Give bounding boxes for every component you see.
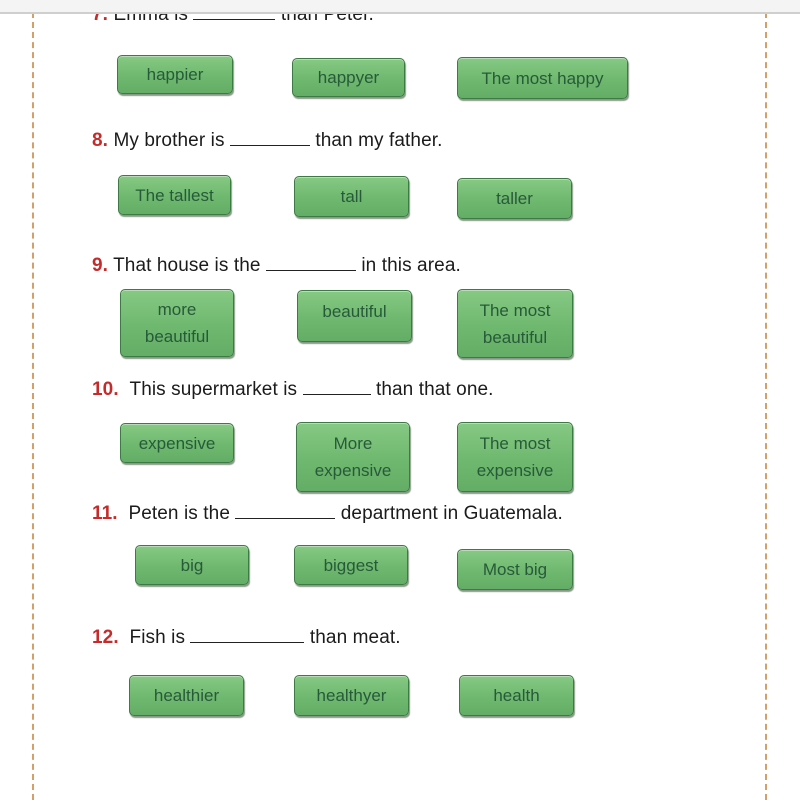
answer-blank (193, 18, 276, 20)
answer-blank (235, 517, 336, 519)
question-text-after: department in Guatemala. (340, 503, 563, 524)
question-8: 8. My brother is than my father. (92, 130, 443, 152)
option-button[interactable]: tall (294, 176, 409, 217)
question-number: 11. (92, 503, 118, 524)
option-button[interactable]: The most happy (457, 57, 628, 99)
question-9: 9. That house is the in this area. (92, 255, 461, 277)
option-button[interactable]: happyer (292, 58, 405, 97)
question-text-before: That house is the (113, 255, 261, 276)
question-text-before: Fish is (129, 627, 186, 648)
answer-blank (302, 393, 371, 395)
question-text-after: than that one. (375, 379, 494, 400)
option-button[interactable]: healthier (129, 675, 244, 716)
question-text-before: Peten is the (128, 503, 230, 524)
question-text-before: My brother is (113, 130, 225, 151)
option-button[interactable]: Most big (457, 549, 573, 590)
answer-blank (265, 269, 356, 271)
option-button[interactable]: The tallest (118, 175, 231, 215)
option-button[interactable]: expensive (120, 423, 234, 463)
question-number: 9. (92, 255, 109, 276)
question-number: 12. (92, 627, 119, 648)
left-dashed-border (32, 12, 34, 800)
question-number: 8. (92, 130, 109, 151)
option-button[interactable]: health (459, 675, 574, 716)
option-button[interactable]: The most beautiful (457, 289, 573, 358)
question-text-after: in this area. (361, 255, 461, 276)
question-11: 11. Peten is the department in Guatemala… (92, 503, 563, 525)
option-button[interactable]: healthyer (294, 675, 409, 716)
option-button[interactable]: beautiful (297, 290, 412, 342)
option-button[interactable]: The most expensive (457, 422, 573, 492)
question-12: 12. Fish is than meat. (92, 627, 401, 649)
right-dashed-border (765, 12, 767, 800)
option-button[interactable]: More expensive (296, 422, 410, 492)
question-text-before: This supermarket is (129, 379, 298, 400)
question-number: 10. (92, 379, 119, 400)
answer-blank (190, 641, 305, 643)
option-button[interactable]: happier (117, 55, 233, 94)
option-button[interactable]: taller (457, 178, 572, 219)
option-button[interactable]: biggest (294, 545, 408, 585)
option-button[interactable]: more beautiful (120, 289, 234, 357)
top-bar (0, 0, 800, 14)
question-text-after: than meat. (309, 627, 401, 648)
question-10: 10. This supermarket is than that one. (92, 379, 494, 401)
question-text-after: than my father. (315, 130, 443, 151)
option-button[interactable]: big (135, 545, 249, 585)
answer-blank (229, 144, 310, 146)
